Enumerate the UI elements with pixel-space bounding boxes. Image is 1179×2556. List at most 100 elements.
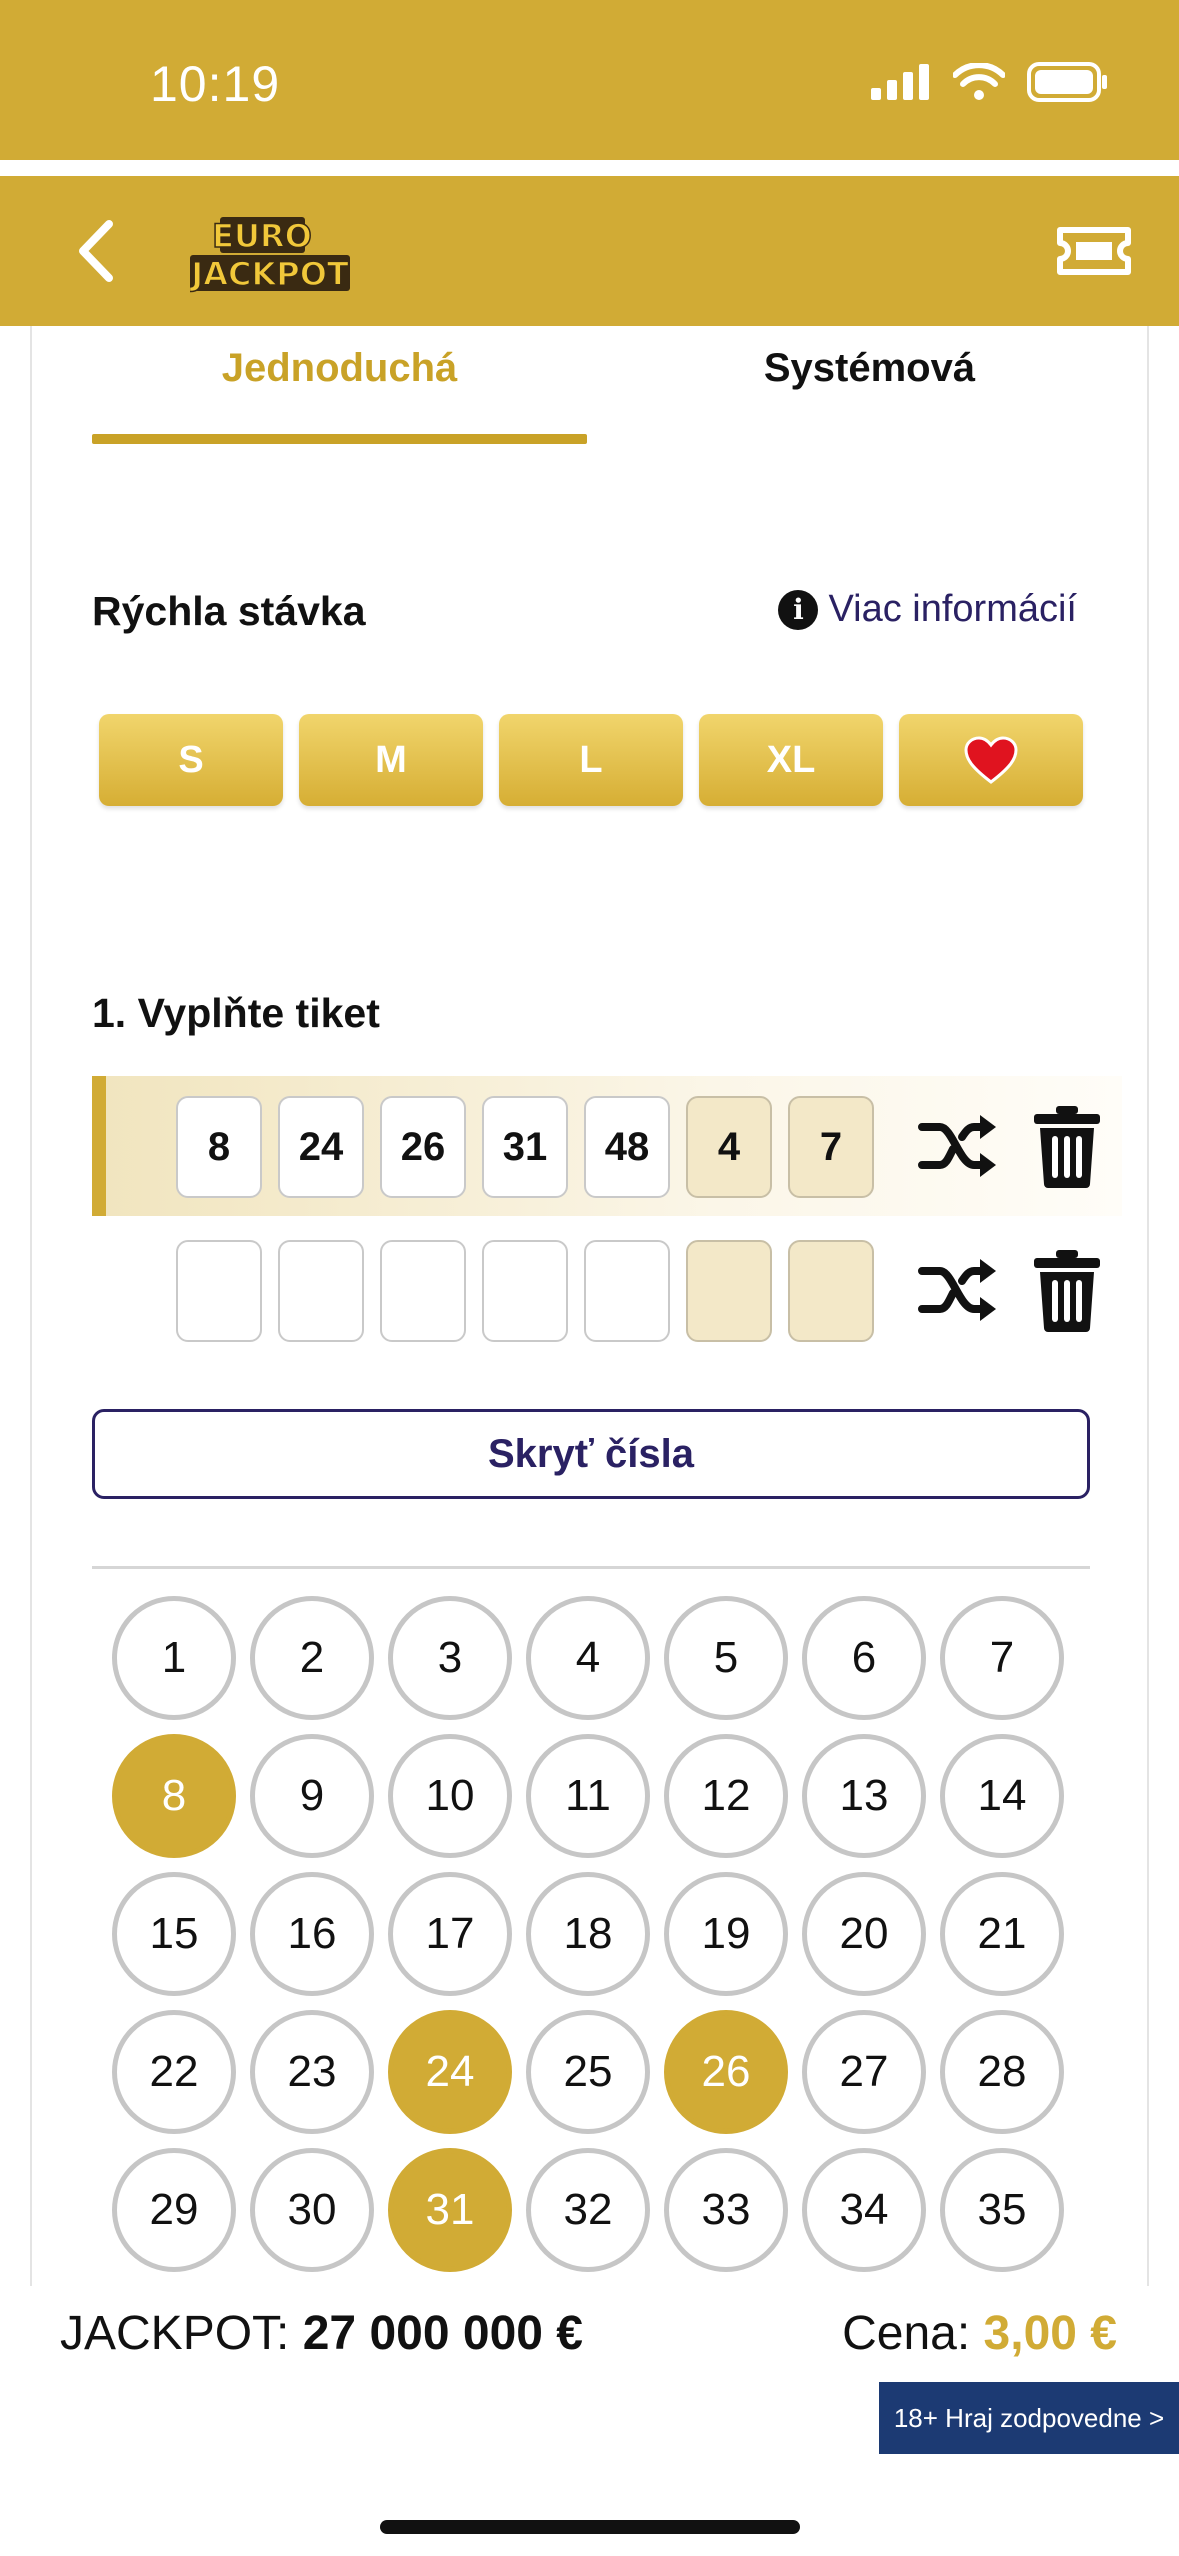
tab-simple[interactable]: Jednoduchá xyxy=(92,346,587,391)
number-ball[interactable]: 34 xyxy=(802,2148,926,2272)
app-header: EURO JACKPOT xyxy=(0,176,1179,326)
fill-ticket-title: 1. Vyplňte tiket xyxy=(92,990,380,1036)
more-info-label: Viac informácií xyxy=(828,588,1077,630)
number-ball[interactable]: 29 xyxy=(112,2148,236,2272)
number-ball[interactable]: 16 xyxy=(250,1872,374,1996)
status-icons xyxy=(871,62,1109,102)
number-ball[interactable]: 15 xyxy=(112,1872,236,1996)
ticket-main-number[interactable]: 26 xyxy=(380,1096,466,1198)
number-ball[interactable]: 30 xyxy=(250,2148,374,2272)
header-divider xyxy=(0,160,1179,176)
number-ball[interactable]: 19 xyxy=(664,1872,788,1996)
heart-icon xyxy=(964,736,1018,784)
bet-form: Jednoduchá Systémová Rýchla stávka i Via… xyxy=(30,326,1149,2286)
back-button[interactable] xyxy=(60,216,130,286)
number-ball[interactable]: 31 xyxy=(388,2148,512,2272)
ticket-main-number[interactable]: 48 xyxy=(584,1096,670,1198)
ticket-row[interactable] xyxy=(92,1220,1122,1360)
ticket-main-number[interactable]: 24 xyxy=(278,1096,364,1198)
price-info: Cena: 3,00 € xyxy=(842,2306,1117,2361)
number-ball[interactable]: 8 xyxy=(112,1734,236,1858)
ticket-euro-number[interactable]: 7 xyxy=(788,1096,874,1198)
ticket-main-number[interactable]: 8 xyxy=(176,1096,262,1198)
ticket-main-number[interactable] xyxy=(278,1240,364,1342)
number-ball[interactable]: 21 xyxy=(940,1872,1064,1996)
trash-icon[interactable] xyxy=(1032,1104,1102,1188)
number-ball[interactable]: 9 xyxy=(250,1734,374,1858)
status-bar: 10:19 xyxy=(0,0,1179,160)
ticket-main-number[interactable] xyxy=(176,1240,262,1342)
ticket-main-number[interactable] xyxy=(584,1240,670,1342)
jackpot-label: JACKPOT: xyxy=(60,2307,290,2360)
shuffle-icon[interactable] xyxy=(918,1255,998,1325)
jackpot-value: 27 000 000 € xyxy=(302,2307,583,2360)
number-ball[interactable]: 2 xyxy=(250,1596,374,1720)
ticket-euro-number[interactable]: 4 xyxy=(686,1096,772,1198)
quick-bet-m-button[interactable]: M xyxy=(299,714,483,806)
number-ball[interactable]: 24 xyxy=(388,2010,512,2134)
ticket-main-number[interactable]: 31 xyxy=(482,1096,568,1198)
number-ball[interactable]: 7 xyxy=(940,1596,1064,1720)
status-time: 10:19 xyxy=(150,56,281,112)
price-value: 3,00 € xyxy=(983,2307,1117,2360)
number-ball[interactable]: 12 xyxy=(664,1734,788,1858)
svg-text:EURO: EURO xyxy=(212,217,312,255)
tab-system[interactable]: Systémová xyxy=(622,346,1117,391)
number-ball[interactable]: 4 xyxy=(526,1596,650,1720)
price-label: Cena: xyxy=(842,2307,971,2360)
favorite-bet-button[interactable] xyxy=(899,714,1083,806)
divider xyxy=(92,1566,1090,1569)
ticket-row[interactable]: 8 24 26 31 48 4 7 xyxy=(92,1076,1122,1216)
wifi-icon xyxy=(953,63,1005,100)
trash-icon[interactable] xyxy=(1032,1248,1102,1332)
number-ball[interactable]: 23 xyxy=(250,2010,374,2134)
number-ball[interactable]: 13 xyxy=(802,1734,926,1858)
number-grid: 1 2 3 4 5 6 7 8 9 10 11 12 13 14 15 16 17 18 19 20 21 22 23 24 2… xyxy=(112,1596,1072,2272)
battery-icon xyxy=(1027,62,1107,102)
number-ball[interactable]: 26 xyxy=(664,2010,788,2134)
svg-text:JACKPOT: JACKPOT xyxy=(190,255,349,293)
ticket-number-cells: 8 24 26 31 48 4 7 xyxy=(176,1096,874,1198)
number-ball[interactable]: 14 xyxy=(940,1734,1064,1858)
number-ball[interactable]: 25 xyxy=(526,2010,650,2134)
active-tab-indicator xyxy=(92,434,587,444)
hide-numbers-button[interactable]: Skryť čísla xyxy=(92,1409,1090,1499)
quick-bet-options: S M L XL xyxy=(99,714,1083,806)
number-ball[interactable]: 20 xyxy=(802,1872,926,1996)
jackpot-info: JACKPOT: 27 000 000 € xyxy=(60,2306,583,2361)
bottom-bar: JACKPOT: 27 000 000 € Cena: 3,00 € 18+ H… xyxy=(0,2286,1179,2556)
number-ball[interactable]: 17 xyxy=(388,1872,512,1996)
quick-bet-l-button[interactable]: L xyxy=(499,714,683,806)
cellular-signal-icon xyxy=(871,64,929,100)
number-ball[interactable]: 32 xyxy=(526,2148,650,2272)
home-indicator xyxy=(380,2520,800,2534)
number-ball[interactable]: 3 xyxy=(388,1596,512,1720)
ticket-euro-number[interactable] xyxy=(788,1240,874,1342)
number-ball[interactable]: 22 xyxy=(112,2010,236,2134)
number-ball[interactable]: 6 xyxy=(802,1596,926,1720)
number-ball[interactable]: 5 xyxy=(664,1596,788,1720)
quick-bet-title: Rýchla stávka xyxy=(92,588,366,634)
ticket-main-number[interactable] xyxy=(380,1240,466,1342)
ticket-main-number[interactable] xyxy=(482,1240,568,1342)
number-ball[interactable]: 18 xyxy=(526,1872,650,1996)
quick-bet-xl-button[interactable]: XL xyxy=(699,714,883,806)
more-info-link[interactable]: i Viac informácií xyxy=(778,588,1077,631)
info-icon: i xyxy=(778,589,819,630)
number-ball[interactable]: 10 xyxy=(388,1734,512,1858)
shuffle-icon[interactable] xyxy=(918,1111,998,1181)
ticket-icon xyxy=(1057,227,1131,275)
number-ball[interactable]: 35 xyxy=(940,2148,1064,2272)
number-ball[interactable]: 1 xyxy=(112,1596,236,1720)
quick-bet-s-button[interactable]: S xyxy=(99,714,283,806)
number-ball[interactable]: 27 xyxy=(802,2010,926,2134)
number-ball[interactable]: 33 xyxy=(664,2148,788,2272)
ticket-euro-number[interactable] xyxy=(686,1240,772,1342)
number-ball[interactable]: 28 xyxy=(940,2010,1064,2134)
ticket-button[interactable] xyxy=(1054,216,1134,286)
responsible-gaming-badge[interactable]: 18+ Hraj zodpovedne > xyxy=(879,2382,1179,2454)
ticket-number-cells xyxy=(176,1240,874,1342)
eurojackpot-logo: EURO JACKPOT xyxy=(190,216,350,294)
chevron-left-icon xyxy=(79,220,113,282)
number-ball[interactable]: 11 xyxy=(526,1734,650,1858)
